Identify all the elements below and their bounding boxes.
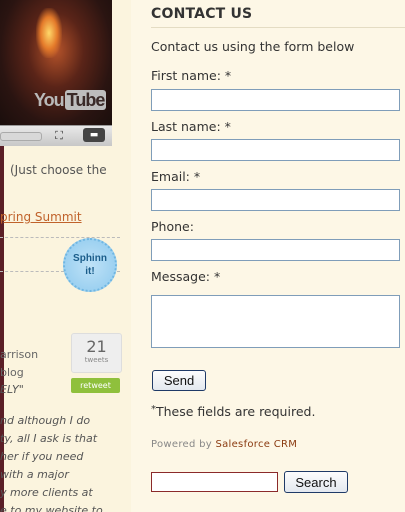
phone-label: Phone: — [151, 219, 194, 234]
sphinn-it-label: it! — [85, 266, 95, 277]
heading-divider — [151, 27, 405, 28]
last-name-label: Last name: * — [151, 119, 231, 134]
salesforce-crm-link[interactable]: Salesforce CRM — [215, 439, 297, 450]
first-name-label: First name: * — [151, 68, 232, 83]
send-button[interactable]: Send — [152, 370, 206, 391]
choose-text: (Just choose the — [10, 163, 107, 177]
phone-field[interactable] — [151, 239, 400, 261]
harrison-line-1: arrison — [0, 348, 39, 361]
powered-by-text: Powered by — [151, 439, 212, 450]
video-control-bar: ⛶ ▬ — [0, 125, 112, 146]
video-thumbnail — [36, 8, 62, 58]
form-intro: Contact us using the form below — [151, 39, 355, 54]
popout-icon[interactable]: ▬ — [83, 128, 105, 142]
message-field[interactable] — [151, 295, 400, 348]
page-title: CONTACT US — [151, 6, 253, 22]
message-label: Message: * — [151, 269, 221, 284]
search-input[interactable] — [151, 472, 278, 492]
harrison-line-2: blog — [0, 366, 24, 379]
sphinn-label: Sphinn — [73, 253, 107, 264]
body-text-line: e to my website to — [0, 504, 103, 512]
fullscreen-icon[interactable]: ⛶ — [50, 129, 68, 142]
harrison-line-3: ELY" — [0, 383, 24, 396]
tweet-count: 21 — [86, 337, 107, 356]
retweet-button[interactable]: retweet — [71, 378, 120, 393]
contact-form-panel: CONTACT US Contact us using the form bel… — [131, 0, 405, 512]
tweet-counter: 21 tweets — [71, 333, 122, 373]
body-text-line: ty, all I ask is that — [0, 432, 98, 445]
search-button[interactable]: Search — [284, 471, 348, 493]
body-text-line: her if you need — [0, 450, 84, 463]
body-text-line: with a major — [0, 468, 69, 481]
youtube-logo: You Tube — [34, 90, 107, 110]
spring-summit-link[interactable]: pring Summit — [0, 210, 82, 224]
first-name-field[interactable] — [151, 89, 400, 111]
email-field[interactable] — [151, 189, 400, 211]
youtube-video-player[interactable]: You Tube — [0, 0, 112, 125]
body-text-line: y more clients at — [0, 486, 93, 499]
tweet-label: tweets — [84, 356, 109, 364]
powered-by: Powered by Salesforce CRM — [151, 439, 297, 450]
last-name-field[interactable] — [151, 139, 400, 161]
video-seek-bar[interactable] — [0, 132, 42, 141]
body-text-line: nd although I do — [0, 414, 91, 427]
required-note: *These fields are required. — [151, 404, 315, 419]
left-sidebar: You Tube ⛶ ▬ (Just choose the pring Summi… — [0, 0, 131, 512]
required-note-text: These fields are required. — [156, 404, 316, 419]
sphinn-button[interactable]: Sphinn it! — [63, 238, 117, 292]
email-label: Email: * — [151, 169, 201, 184]
